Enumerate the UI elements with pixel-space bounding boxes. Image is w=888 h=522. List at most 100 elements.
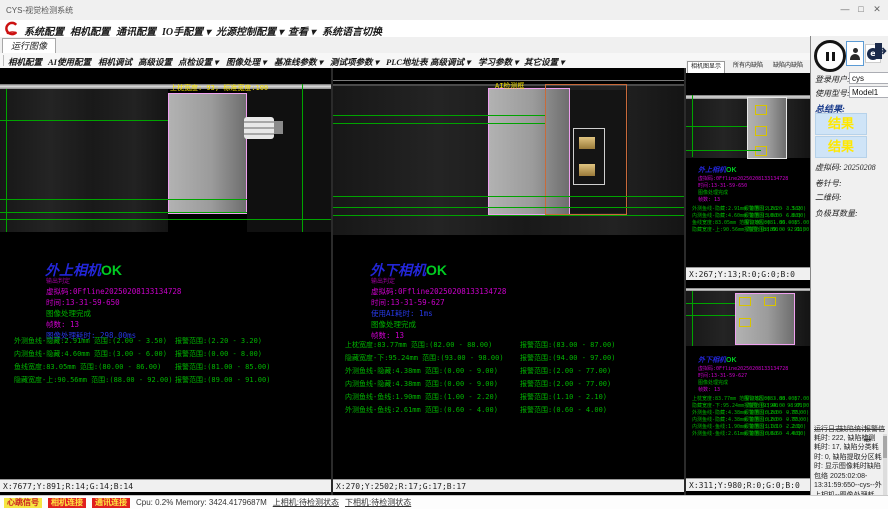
menu-light-config[interactable]: 光源控制配置 ▾ <box>216 23 284 38</box>
alarm-range: 报警范围:(89.00 - 91.00) <box>744 226 812 233</box>
maximize-icon[interactable]: □ <box>854 4 868 14</box>
tool-camera-debug[interactable]: 相机调试 <box>98 56 132 68</box>
alarm-range: 报警范围:(83.00 - 87.00) <box>744 395 812 402</box>
thumb-tab-all-defects[interactable]: 所有内缺陷 <box>730 61 766 72</box>
measure-value: 外测鱼线-隐藏:4.38mm 范围:(0.00 - 9.00) <box>345 367 498 375</box>
minimize-icon[interactable]: — <box>838 4 852 14</box>
tool-plc-table[interactable]: PLC地址表 <box>386 56 428 68</box>
alarm-range: 报警范围:(94.00 - 97.00) <box>744 402 812 409</box>
alarm-range: 报警范围:(2.20 - 3.20) <box>175 336 262 346</box>
menu-system-config[interactable]: 系统配置 <box>24 23 64 38</box>
top-thumbnail-view[interactable]: 外上相机OK 虚拟码:0Ffline20250208133134728 时间:1… <box>686 73 810 267</box>
alarm-range: 报警范围:(0.00 - 8.00) <box>175 349 262 359</box>
defect-marker-box <box>764 297 776 306</box>
tool-spotcheck-set[interactable]: 点检设置 ▾ <box>178 56 218 68</box>
measurement-row: 外测鱼线-隐藏:4.38mm 范围:(0.00 - 9.00)报警范围:(2.0… <box>345 366 498 376</box>
window-title: CYS-视觉检测系统 <box>6 5 73 16</box>
measure-value: 外测鱼线-鱼线:2.61mm 范围:(0.60 - 4.00) <box>345 406 498 414</box>
tool-test-param[interactable]: 测试项参数 ▾ <box>330 56 379 68</box>
measure-line-vertical <box>6 89 7 232</box>
barcode-line: 虚拟码:0Ffline20250208133134728 <box>698 175 788 182</box>
measurement-row: 外测鱼线-鱼线:2.61mm 范围:(0.60 - 4.00)报警范围:(0.6… <box>692 430 801 437</box>
thumb-tab-defect-detail[interactable]: 缺陷内缺陷 <box>770 61 806 72</box>
log-tab-run[interactable]: 运行日志 <box>814 424 842 434</box>
tab-run-image[interactable]: 运行图像 <box>2 38 56 53</box>
defect-marker-box <box>755 105 767 115</box>
thumb-tab-camera-image[interactable]: 相机图显示 <box>687 61 725 73</box>
defect-marker-box <box>755 126 767 136</box>
tool-image-process[interactable]: 图像处理 ▾ <box>226 56 266 68</box>
defect-marker-box <box>755 146 767 156</box>
close-icon[interactable]: ✕ <box>870 4 884 15</box>
frames-line: 帧数: 13 <box>46 319 79 330</box>
user-login-button[interactable] <box>846 41 864 66</box>
time-line: 时间:13-31-59-650 <box>46 297 120 308</box>
pause-button[interactable] <box>814 40 846 72</box>
lower-camera-status: 下相机:待检测状态 <box>345 497 411 508</box>
barcode-line: 虚拟码:0Ffline20250208133134728 <box>371 286 506 297</box>
tool-learn-param[interactable]: 学习参数 ▾ <box>478 56 518 68</box>
scrollbar-thumb[interactable] <box>883 436 887 458</box>
login-user-field[interactable] <box>849 72 888 84</box>
tool-advanced-set[interactable]: 高级设置 <box>138 56 172 68</box>
logout-button[interactable] <box>874 41 887 63</box>
user-icon <box>850 48 860 60</box>
measurement-row: 隐藏宽度-下:95.24mm 范围:(93.00 - 98.00)报警范围:(9… <box>345 353 504 363</box>
machine-body <box>0 89 168 232</box>
alarm-range: 报警范围:(81.00 - 85.00) <box>744 219 812 226</box>
title-bar: CYS-视觉检测系统 — □ ✕ <box>0 0 888 21</box>
time-line: 时间:13-31-59-650 <box>698 182 747 189</box>
tool-other-set[interactable]: 其它设置 ▾ <box>524 56 564 68</box>
alarm-range: 报警范围:(83.00 - 87.00) <box>520 340 615 350</box>
left-camera-view[interactable]: 上枕宽度: 93; 标准宽度:100 外上相机OK 输出判定 虚拟码:0Ffli… <box>0 68 331 495</box>
menu-view[interactable]: 查看 ▾ <box>288 23 316 38</box>
tool-baseline-param[interactable]: 基准线参数 ▾ <box>274 56 323 68</box>
tool-camera-config[interactable]: 相机配置 <box>8 56 42 68</box>
bottom-thumbnail-view[interactable]: 外下相机OK 虚拟码:0Ffline20250208133134728 时间:1… <box>686 280 810 478</box>
pause-icon <box>826 52 829 61</box>
measurement-row: 外测鱼线-隐藏:2.91mm 范围:(2.00 - 3.50)报警范围:(2.2… <box>692 205 801 212</box>
measure-line <box>333 207 684 208</box>
cell-roi-box <box>168 93 247 214</box>
measurement-row: 隐藏宽度-上:90.56mm 范围:(88.00 - 92.00)报警范围:(8… <box>14 375 173 385</box>
measurement-row: 鱼线宽度:83.05mm 范围:(80.00 - 86.00)报警范围:(81.… <box>692 219 797 226</box>
ai-box-label: AI检测框 <box>495 81 524 91</box>
alarm-range: 报警范围:(2.20 - 3.20) <box>744 205 806 212</box>
status-line: 图像处理完成 <box>698 189 728 196</box>
heartbeat-badge: 心跳信号 <box>4 498 42 508</box>
menu-language-switch[interactable]: 系统语言切换 <box>322 23 382 38</box>
measure-line-vertical <box>692 291 693 346</box>
menu-comm-config[interactable]: 通讯配置 <box>116 23 156 38</box>
measure-value: 外测鱼线-隐藏:2.91mm 范围:(2.00 - 3.50) <box>14 337 167 345</box>
middle-camera-view[interactable]: AI检测框 外下相机OK 输出判定 虚拟码:0Ffline20250208133… <box>333 68 684 495</box>
menu-bar: 系统配置 相机配置 通讯配置 IO手配置 ▾ 光源控制配置 ▾ 查看 ▾ 系统语… <box>0 20 888 37</box>
app-window: CYS-视觉检测系统 — □ ✕ 系统配置 相机配置 通讯配置 IO手配置 ▾ … <box>0 0 888 522</box>
machine-shadow <box>247 89 331 232</box>
alarm-range: 报警范围:(81.00 - 85.00) <box>175 362 270 372</box>
login-user-label: 登录用户: <box>815 74 850 85</box>
result-ok: OK <box>426 262 447 278</box>
measurement-row: 内测鱼线-隐藏:4.38mm 范围:(0.00 - 9.00)报警范围:(2.0… <box>345 379 498 389</box>
alarm-range: 报警范围:(94.00 - 97.00) <box>520 353 615 363</box>
pixel-coordinate-bar: X:7677;Y:891;R:14;G:14;B:14 <box>0 479 331 492</box>
reel-number-label: 卷针号: <box>815 178 842 189</box>
menu-camera-config[interactable]: 相机配置 <box>70 23 110 38</box>
defect-marker-box <box>739 297 751 306</box>
measurement-row: 内测鱼线-隐藏:4.38mm 范围:(0.00 - 9.00)报警范围:(2.0… <box>692 416 801 423</box>
measure-line <box>333 196 684 197</box>
tool-ai-config[interactable]: AI使用配置 <box>48 56 91 68</box>
barcode-label: 虚拟码: 20250208 <box>815 162 876 173</box>
alarm-range: 报警范围:(2.00 - 77.00) <box>520 379 611 389</box>
time-line: 时间:13-31-59-627 <box>371 297 445 308</box>
measure-line <box>333 215 684 216</box>
barcode-line: 虚拟码:0Ffline20250208133134728 <box>46 286 181 297</box>
tool-advanced-debug[interactable]: 高级调试 ▾ <box>430 56 470 68</box>
measurement-row: 外测鱼线-鱼线:2.61mm 范围:(0.60 - 4.00)报警范围:(0.6… <box>345 405 498 415</box>
alarm-range: 报警范围:(0.60 - 4.00) <box>744 430 806 437</box>
measure-value: 内测鱼线-隐藏:4.60mm 范围:(3.00 - 6.00) <box>14 350 167 358</box>
model-field[interactable] <box>849 86 888 98</box>
gripper-tip <box>274 121 283 134</box>
menu-io-config[interactable]: IO手配置 ▾ <box>162 23 211 38</box>
log-scrollbar[interactable] <box>883 434 887 496</box>
measurement-row: 上枕宽度:83.77mm 范围:(82.00 - 88.00)报警范围:(83.… <box>692 395 797 402</box>
